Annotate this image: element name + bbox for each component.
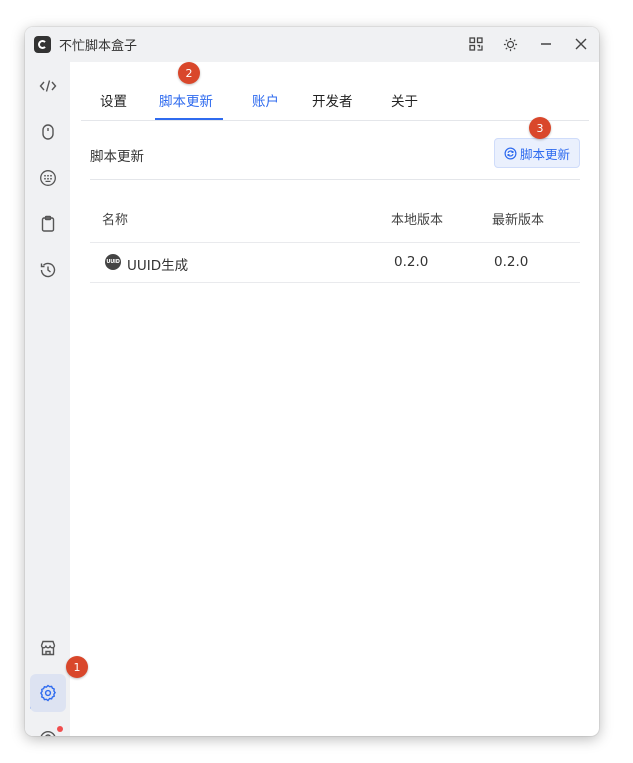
clipboard-icon [41, 215, 55, 232]
sidebar-item-code[interactable] [32, 70, 64, 102]
title-bar: 不忙脚本盒子 [25, 27, 599, 62]
sidebar-item-settings[interactable] [30, 674, 66, 712]
section-divider [90, 179, 580, 180]
table-row-name: UUID生成 [127, 258, 189, 274]
tab-account[interactable]: 账户 [252, 90, 279, 110]
sidebar [25, 62, 70, 736]
user-icon [40, 731, 56, 736]
section-title: 脚本更新 [90, 149, 144, 165]
table-row-latest-version: 0.2.0 [494, 254, 529, 270]
sidebar-item-clipboard[interactable] [32, 208, 64, 240]
table-row-divider [90, 282, 580, 283]
column-header-name: 名称 [102, 213, 129, 228]
app-logo-icon [34, 36, 51, 53]
sidebar-item-keypad[interactable] [32, 162, 64, 194]
column-header-latest-version: 最新版本 [492, 213, 545, 228]
column-header-local-version: 本地版本 [391, 213, 444, 228]
store-icon [40, 640, 56, 656]
tab-developer[interactable]: 开发者 [312, 90, 353, 110]
uuid-icon-text: UUID [106, 259, 120, 265]
table-row-local-version: 0.2.0 [394, 254, 429, 270]
update-scripts-label: 脚本更新 [519, 146, 570, 162]
uuid-script-icon: UUID [105, 254, 121, 270]
close-icon[interactable] [571, 34, 591, 54]
theme-icon[interactable] [500, 34, 520, 54]
tab-active-underline [155, 118, 223, 120]
annotation-marker-2: 2 [178, 62, 200, 84]
sidebar-item-store[interactable] [32, 632, 64, 664]
settings-icon [40, 684, 56, 702]
mouse-icon [42, 124, 54, 140]
sidebar-item-mouse[interactable] [32, 116, 64, 148]
app-window: 不忙脚本盒子 设置 脚本更新 账户 开发者 关于 脚本更新 脚本更新 名称 本地… [25, 27, 599, 736]
keypad-icon [40, 170, 56, 186]
annotation-marker-3: 3 [529, 117, 551, 139]
refresh-icon [504, 147, 517, 159]
code-icon [39, 80, 57, 92]
notification-dot [57, 726, 63, 732]
sidebar-item-history[interactable] [32, 254, 64, 286]
qrcode-icon[interactable] [466, 34, 486, 54]
annotation-marker-1: 1 [66, 656, 88, 678]
tab-settings[interactable]: 设置 [100, 90, 127, 110]
history-icon [40, 262, 56, 278]
app-title: 不忙脚本盒子 [59, 39, 138, 54]
table-header-divider [90, 242, 580, 243]
tab-script-update[interactable]: 脚本更新 [159, 90, 213, 110]
update-scripts-button[interactable]: 脚本更新 [494, 138, 580, 168]
tab-about[interactable]: 关于 [391, 90, 418, 110]
minimize-icon[interactable] [536, 34, 556, 54]
